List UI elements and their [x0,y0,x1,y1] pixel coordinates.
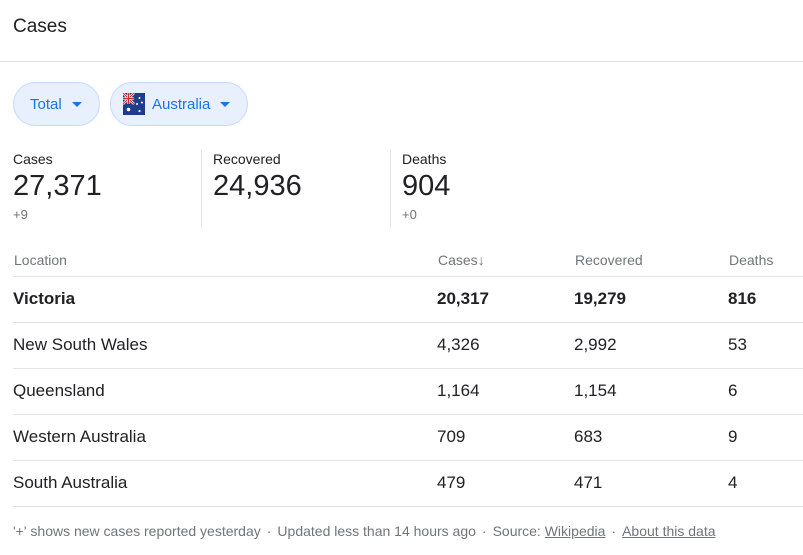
total-filter-button[interactable]: Total [13,82,100,126]
row-deaths: 53 [728,335,747,354]
row-cases: 479 [437,473,466,492]
header-divider [0,61,803,62]
column-header-location[interactable]: Location [14,252,67,268]
dropdown-arrow-icon [71,101,82,107]
row-location: New South Wales [13,335,148,354]
cases-stat-label: Cases [13,151,53,167]
recovered-stat: Recovered 24,936 [213,151,302,203]
column-header-cases[interactable]: Cases↓ [438,252,485,268]
row-deaths: 816 [728,289,757,308]
row-location: Western Australia [13,427,146,446]
dropdown-arrow-icon [220,101,231,107]
table-bottom-divider [13,506,803,507]
country-filter-button[interactable]: Australia [110,82,248,126]
sort-arrow-icon: ↓ [477,252,485,268]
stat-divider [390,150,391,228]
wikipedia-link[interactable]: Wikipedia [545,523,606,539]
row-recovered: 19,279 [574,289,626,308]
footer-note: '+' shows new cases reported yesterday [13,523,261,539]
row-cases: 4,326 [437,335,480,354]
row-location: Queensland [13,381,105,400]
deaths-stat-delta: +0 [402,207,417,222]
row-deaths: 6 [728,381,738,400]
column-header-recovered[interactable]: Recovered [575,252,643,268]
table-row: New South Wales 4,326 2,992 53 [0,322,803,368]
row-recovered: 2,992 [574,335,617,354]
row-cases: 709 [437,427,466,446]
footer-updated: Updated less than 14 hours ago [277,523,476,539]
deaths-stat-label: Deaths [402,151,447,167]
deaths-stat-value: 904 [402,170,451,202]
row-deaths: 9 [728,427,738,446]
row-recovered: 1,154 [574,381,617,400]
about-this-data-link[interactable]: About this data [622,523,715,539]
row-cases: 20,317 [437,289,489,308]
footer-separator: · [481,523,487,539]
column-header-deaths[interactable]: Deaths [729,252,773,268]
recovered-stat-label: Recovered [213,151,281,167]
deaths-stat: Deaths 904 +0 [402,151,450,222]
stat-divider [201,150,202,228]
page-title: Cases [13,16,67,37]
country-filter-label: Australia [152,95,211,113]
cases-stat-delta: +9 [13,207,28,222]
footer: '+' shows new cases reported yesterday · U… [13,523,716,539]
row-cases: 1,164 [437,381,480,400]
total-filter-label: Total [30,95,62,113]
footer-source-label: Source: [492,523,541,539]
row-recovered: 471 [574,473,603,492]
recovered-stat-value: 24,936 [213,170,302,202]
row-recovered: 683 [574,427,603,446]
table-row: South Australia 479 471 4 [0,460,803,506]
row-location: Victoria [13,289,76,308]
table-row: Western Australia 709 683 9 [0,414,803,460]
footer-separator: · [266,523,272,539]
table-row: Queensland 1,164 1,154 6 [0,368,803,414]
row-deaths: 4 [728,473,738,492]
australia-flag-icon [123,93,145,115]
row-location: South Australia [13,473,128,492]
cases-stat: Cases 27,371 +9 [13,151,102,222]
column-header-cases-label: Cases [438,252,478,268]
cases-stat-value: 27,371 [13,170,102,202]
table-row: Victoria 20,317 19,279 816 [0,276,803,322]
footer-separator: · [611,523,617,539]
